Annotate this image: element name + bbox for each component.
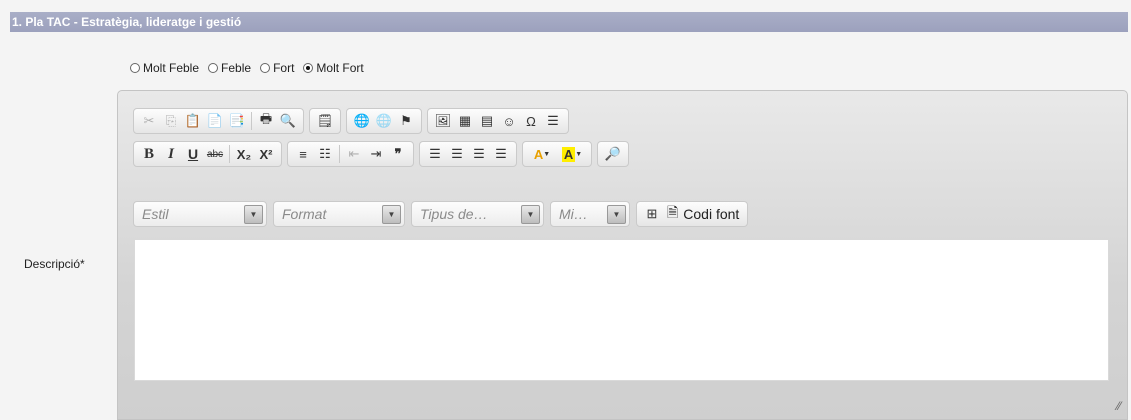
outdent-icon[interactable]: ⇤: [343, 143, 365, 165]
table-icon[interactable]: ▦: [454, 110, 476, 132]
radio-molt-fort[interactable]: Molt Fort: [303, 61, 364, 75]
font-combo[interactable]: Tipus de… ▼: [411, 201, 544, 227]
chevron-down-icon: ▼: [382, 204, 401, 224]
source-label: Codi font: [683, 206, 740, 222]
toolbar-row-1: ✂ ⎘ 📋 📄 📑 🖶 🔍 🗒 🌐 🌐 ⚑ 🖼 ▦ ▤ ☺ Ω ☰: [133, 108, 574, 134]
toolbar-row-2: B I U abc X₂ X² ≡ ☷ ⇤ ⇥ ❞ ☰ ☰ ☰ ☰ A ▼ A ▼ …: [133, 141, 634, 167]
bulleted-list-icon[interactable]: ☷: [314, 143, 336, 165]
align-right-icon[interactable]: ☰: [468, 143, 490, 165]
color-group: A ▼ A ▼: [522, 141, 592, 167]
chevron-down-icon: ▼: [521, 204, 540, 224]
chevron-down-icon: ▼: [607, 204, 626, 224]
align-group: ☰ ☰ ☰ ☰: [419, 141, 517, 167]
clipboard-group: ✂ ⎘ 📋 📄 📑 🖶 🔍: [133, 108, 304, 134]
bg-color-button[interactable]: A ▼: [557, 143, 587, 165]
size-combo-label: Mi…: [559, 206, 588, 222]
list-group: ≡ ☷ ⇤ ⇥ ❞: [287, 141, 414, 167]
align-left-icon[interactable]: ☰: [424, 143, 446, 165]
rich-text-editor: ✂ ⎘ 📋 📄 📑 🖶 🔍 🗒 🌐 🌐 ⚑ 🖼 ▦ ▤ ☺ Ω ☰ B I U …: [117, 90, 1128, 420]
underline-button[interactable]: U: [182, 143, 204, 165]
cut-icon[interactable]: ✂: [138, 110, 160, 132]
paste-word-icon[interactable]: 📑: [226, 110, 248, 132]
anchor-icon[interactable]: ⚑: [395, 110, 417, 132]
radio-button[interactable]: [130, 63, 140, 73]
format-combo-label: Format: [282, 206, 327, 222]
templates-group: 🗒: [309, 108, 341, 134]
radio-button[interactable]: [208, 63, 219, 73]
radio-label: Molt Feble: [143, 61, 200, 75]
maximize-group: 🔎: [597, 141, 629, 167]
preview-icon[interactable]: 🔍: [277, 110, 299, 132]
radio-button[interactable]: [260, 63, 271, 73]
link-icon[interactable]: 🌐: [351, 110, 373, 132]
font-combo-label: Tipus de…: [420, 206, 488, 222]
subscript-button[interactable]: X₂: [233, 143, 255, 165]
description-label: Descripció*: [24, 257, 85, 271]
radio-button[interactable]: [303, 63, 314, 73]
radio-feble[interactable]: Feble: [208, 61, 251, 75]
paste-text-icon[interactable]: 📄: [204, 110, 226, 132]
radio-label: Fort: [273, 61, 295, 75]
insert-group: 🖼 ▦ ▤ ☺ Ω ☰: [427, 108, 569, 134]
radio-fort[interactable]: Fort: [260, 61, 294, 75]
maximize-icon[interactable]: ⊞: [641, 203, 663, 225]
templates-icon[interactable]: 🗒: [314, 110, 336, 132]
section-header: 1. Pla TAC - Estratègia, lideratge i ges…: [10, 12, 1128, 32]
description-textarea[interactable]: [134, 239, 1109, 381]
text-color-button[interactable]: A ▼: [527, 143, 557, 165]
special-char-icon[interactable]: Ω: [520, 110, 542, 132]
source-button[interactable]: 🗎 Codi font: [663, 202, 743, 226]
style-combo[interactable]: Estil ▼: [133, 201, 267, 227]
source-icon: 🗎: [667, 204, 679, 220]
chevron-down-icon: ▼: [244, 204, 263, 224]
indent-icon[interactable]: ⇥: [365, 143, 387, 165]
page-break-icon[interactable]: ☰: [542, 110, 564, 132]
format-combo[interactable]: Format ▼: [273, 201, 405, 227]
align-justify-icon[interactable]: ☰: [490, 143, 512, 165]
size-combo[interactable]: Mi… ▼: [550, 201, 630, 227]
rating-radio-group: Molt Feble Feble Fort Molt Fort: [130, 61, 373, 75]
separator: [339, 145, 340, 163]
italic-button[interactable]: I: [160, 143, 182, 165]
smiley-icon[interactable]: ☺: [498, 110, 520, 132]
horizontal-rule-icon[interactable]: ▤: [476, 110, 498, 132]
toolbar-row-3: Estil ▼ Format ▼ Tipus de… ▼ Mi… ▼ ⊞ 🗎 Co…: [133, 201, 753, 227]
numbered-list-icon[interactable]: ≡: [292, 143, 314, 165]
superscript-button[interactable]: X²: [255, 143, 277, 165]
radio-label: Molt Fort: [316, 61, 364, 75]
separator: [229, 145, 230, 163]
links-group: 🌐 🌐 ⚑: [346, 108, 422, 134]
resize-handle-icon[interactable]: ⁄⁄: [1117, 399, 1121, 413]
separator: [251, 112, 252, 130]
style-combo-label: Estil: [142, 206, 169, 222]
basic-styles-group: B I U abc X₂ X²: [133, 141, 282, 167]
strike-button[interactable]: abc: [204, 143, 226, 165]
image-icon[interactable]: 🖼: [432, 110, 454, 132]
radio-molt-feble[interactable]: Molt Feble: [130, 61, 199, 75]
show-blocks-icon[interactable]: 🔎: [602, 143, 624, 165]
copy-icon[interactable]: ⎘: [160, 110, 182, 132]
print-icon[interactable]: 🖶: [255, 110, 277, 132]
bold-button[interactable]: B: [138, 143, 160, 165]
unlink-icon[interactable]: 🌐: [373, 110, 395, 132]
tools-group: ⊞ 🗎 Codi font: [636, 201, 749, 227]
paste-icon[interactable]: 📋: [182, 110, 204, 132]
align-center-icon[interactable]: ☰: [446, 143, 468, 165]
blockquote-icon[interactable]: ❞: [387, 143, 409, 165]
radio-label: Feble: [221, 61, 252, 75]
